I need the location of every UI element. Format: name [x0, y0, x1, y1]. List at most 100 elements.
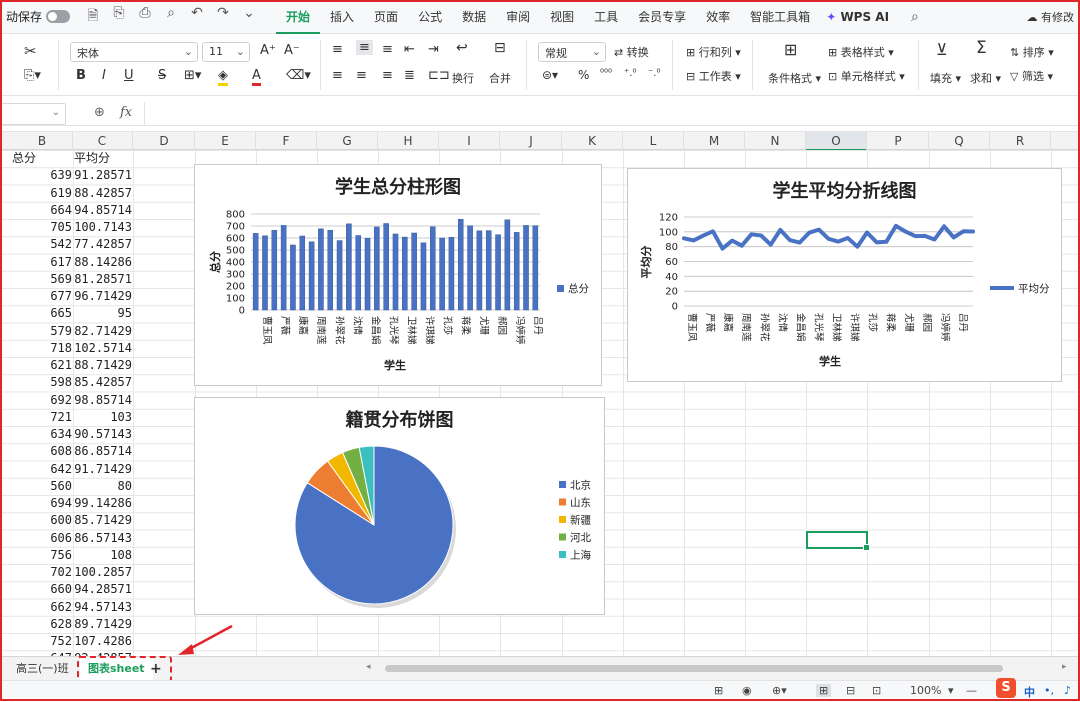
cell-average[interactable]: 94.57143 — [74, 599, 132, 616]
zoom-out-icon[interactable]: — — [966, 684, 977, 697]
align-top-icon[interactable]: ≡ — [332, 42, 343, 57]
cell-total[interactable]: 628 — [12, 616, 72, 633]
cell-total[interactable]: 692 — [12, 392, 72, 409]
header-total[interactable]: 总分 — [12, 150, 72, 167]
tab-3[interactable]: 公式 — [408, 0, 452, 34]
eye-icon[interactable]: ◉ — [742, 684, 752, 697]
cell-total[interactable]: 752 — [12, 633, 72, 650]
cell-average[interactable]: 81.28571 — [74, 271, 132, 288]
cell-average[interactable]: 99.14286 — [74, 495, 132, 512]
cell-average[interactable]: 94.85714 — [74, 202, 132, 219]
format-painter-icon[interactable]: ⎘▾ — [24, 68, 41, 83]
cell-average[interactable]: 88.71429 — [74, 357, 132, 374]
selected-cell[interactable] — [806, 531, 870, 551]
formula-input[interactable] — [144, 102, 1080, 125]
column-header-M[interactable]: M — [684, 132, 745, 151]
cell-total[interactable]: 617 — [12, 254, 72, 271]
tab-2[interactable]: 页面 — [364, 0, 408, 34]
tab-10[interactable]: 智能工具箱 — [740, 0, 820, 34]
column-header-K[interactable]: K — [562, 132, 623, 151]
worksheet-button[interactable]: ⊟ 工作表 ▾ — [686, 68, 741, 84]
cell-average[interactable]: 86.85714 — [74, 443, 132, 460]
cell-total[interactable]: 634 — [12, 426, 72, 443]
cell-average[interactable]: 90.57143 — [74, 426, 132, 443]
fill-color-icon[interactable]: ◈ — [218, 68, 228, 86]
cell-total[interactable]: 579 — [12, 323, 72, 340]
print-icon[interactable]: ⎙ — [134, 5, 156, 29]
cell-total[interactable]: 677 — [12, 288, 72, 305]
column-header-D[interactable]: D — [134, 132, 195, 151]
thousands-icon[interactable]: ⁰⁰⁰ — [600, 68, 612, 79]
tab-7[interactable]: 工具 — [584, 0, 628, 34]
export-pdf-icon[interactable]: ⎘ — [108, 5, 130, 29]
fill-button[interactable]: 填充 ▾ — [930, 70, 961, 86]
search-icon[interactable]: ⌕ — [911, 9, 919, 25]
tab-1[interactable]: 插入 — [320, 0, 364, 34]
cell-average[interactable]: 89.71429 — [74, 616, 132, 633]
chevron-down-icon[interactable]: ▾ — [948, 684, 954, 697]
cell-average[interactable]: 100.7143 — [74, 219, 132, 236]
table-style-button[interactable]: ⊞ 表格样式 ▾ — [828, 44, 894, 60]
column-header-R[interactable]: R — [990, 132, 1051, 151]
function-icon[interactable]: fx — [120, 105, 132, 120]
tab-4[interactable]: 数据 — [452, 0, 496, 34]
column-header-L[interactable]: L — [623, 132, 684, 151]
remove-decimal-icon[interactable]: ⁻.⁰ — [648, 68, 660, 79]
align-center-icon[interactable]: ≡ — [356, 68, 367, 83]
column-header-I[interactable]: I — [439, 132, 500, 151]
underline-button[interactable]: U — [124, 68, 134, 83]
tab-0[interactable]: 开始 — [276, 0, 321, 34]
cell-average[interactable]: 94.28571 — [74, 581, 132, 598]
indent-decrease-icon[interactable]: ⇤ — [404, 42, 415, 57]
cell-average[interactable]: 107.4286 — [74, 633, 132, 650]
column-header-G[interactable]: G — [317, 132, 378, 151]
filter-button[interactable]: ▽ 筛选 ▾ — [1010, 68, 1053, 84]
cell-total[interactable]: 662 — [12, 599, 72, 616]
cell-average[interactable]: 86.57143 — [74, 530, 132, 547]
changes-indicator[interactable]: ☁ 有修改 — [1027, 9, 1075, 25]
cell-average[interactable]: 108 — [74, 547, 132, 564]
cell-average[interactable]: 88.14286 — [74, 254, 132, 271]
conditional-format-icon[interactable]: ⊞ — [784, 40, 797, 59]
cell-average[interactable]: 98.85714 — [74, 392, 132, 409]
cell-total[interactable]: 600 — [12, 512, 72, 529]
cell-total[interactable]: 721 — [12, 409, 72, 426]
cell-total[interactable]: 560 — [12, 478, 72, 495]
convert-button[interactable]: ⇄ 转换 — [614, 44, 649, 60]
cell-average[interactable]: 80 — [74, 478, 132, 495]
tab-5[interactable]: 审阅 — [496, 0, 540, 34]
wrap-text-icon[interactable]: ↩ — [456, 40, 468, 56]
merge-cells-icon[interactable]: ⊟ — [494, 40, 506, 56]
sort-button[interactable]: ⇅ 排序 ▾ — [1010, 44, 1054, 60]
tab-6[interactable]: 视图 — [540, 0, 584, 34]
column-header-J[interactable]: J — [501, 132, 562, 151]
scroll-left-icon[interactable]: ◂ — [366, 662, 371, 672]
tab-9[interactable]: 效率 — [696, 0, 740, 34]
cell-average[interactable]: 102.5714 — [74, 340, 132, 357]
clear-format-icon[interactable]: ⌫▾ — [286, 68, 311, 83]
border-icon[interactable]: ⊞▾ — [184, 68, 201, 83]
cell-total[interactable]: 665 — [12, 305, 72, 322]
column-header-H[interactable]: H — [378, 132, 439, 151]
horizontal-scrollbar[interactable] — [385, 665, 1003, 672]
page-break-icon[interactable]: ⊡ — [872, 684, 881, 697]
column-header-E[interactable]: E — [195, 132, 256, 151]
ime-indicator[interactable]: 中 — [1024, 684, 1035, 700]
cell-average[interactable]: 82.71429 — [74, 323, 132, 340]
column-header-C[interactable]: C — [72, 132, 133, 151]
align-right-icon[interactable]: ≡ — [382, 68, 393, 83]
bold-button[interactable]: B — [76, 68, 86, 83]
cut-icon[interactable]: ✂ — [24, 42, 37, 60]
cell-average[interactable]: 85.71429 — [74, 512, 132, 529]
normal-view-icon[interactable]: ⊞ — [816, 684, 832, 697]
currency-icon[interactable]: ⊜▾ — [542, 68, 558, 82]
align-left-icon[interactable]: ≡ — [332, 68, 343, 83]
merge-button[interactable]: 合并 — [489, 70, 511, 86]
cell-total[interactable]: 639 — [12, 167, 72, 184]
cell-total[interactable]: 642 — [12, 461, 72, 478]
cell-total[interactable]: 619 — [12, 185, 72, 202]
wrap-button[interactable]: 换行 — [452, 70, 474, 86]
strikethrough-icon[interactable]: S̶ — [158, 68, 166, 83]
justify-icon[interactable]: ≣ — [404, 68, 415, 83]
cell-total[interactable]: 608 — [12, 443, 72, 460]
